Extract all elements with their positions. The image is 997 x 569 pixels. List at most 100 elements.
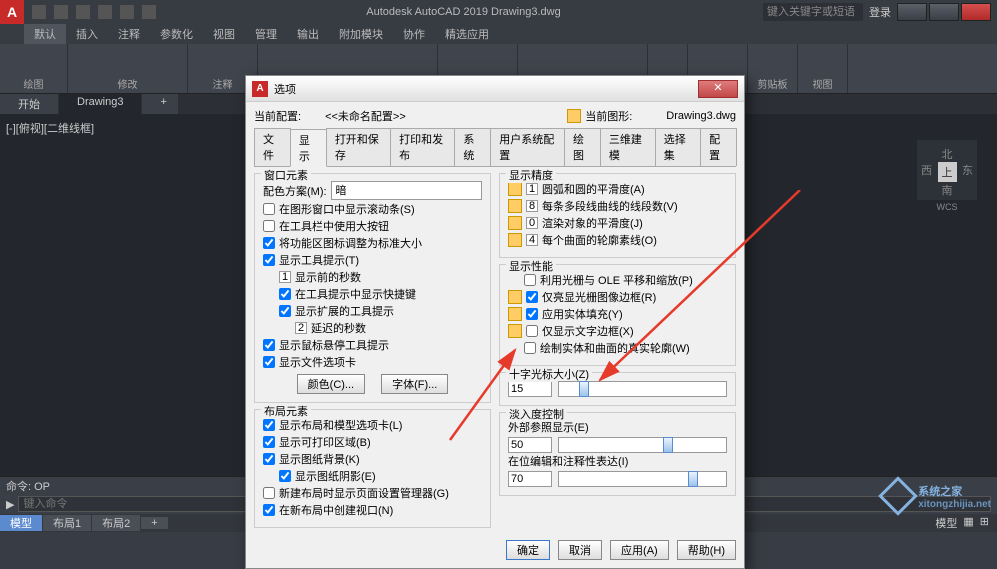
help-button[interactable]: 帮助(H)	[677, 540, 736, 560]
chk-shortcut[interactable]	[279, 288, 291, 300]
group-layout-elements: 布局元素 显示布局和模型选项卡(L) 显示可打印区域(B) 显示图纸背景(K) …	[254, 409, 491, 528]
ribbon-tabs: 默认 插入 注释 参数化 视图 管理 输出 附加模块 协作 精选应用	[0, 24, 997, 44]
tab-system[interactable]: 系统	[454, 128, 491, 166]
redo-icon[interactable]	[120, 5, 134, 19]
doc-tab-drawing3[interactable]: Drawing3	[59, 94, 141, 114]
doc-tab-start[interactable]: 开始	[0, 94, 58, 114]
ribbon-tab-featured[interactable]: 精选应用	[435, 24, 499, 44]
ribbon-tab-default[interactable]: 默认	[24, 24, 66, 44]
status-tab-layout2[interactable]: 布局2	[92, 515, 140, 531]
edit-fade-input[interactable]	[508, 471, 552, 487]
ribbon-tab-addins[interactable]: 附加模块	[329, 24, 393, 44]
tab-user-pref[interactable]: 用户系统配置	[490, 128, 565, 166]
ribbon-tab-view[interactable]: 视图	[203, 24, 245, 44]
lbl-secs: 显示前的秒数	[295, 269, 361, 285]
view-label[interactable]: [-][俯视][二维线框]	[6, 120, 94, 136]
color-scheme-label: 配色方案(M):	[263, 183, 327, 199]
render-smooth-input[interactable]	[526, 217, 538, 229]
fonts-button[interactable]: 字体(F)...	[381, 374, 448, 394]
xref-fade-input[interactable]	[508, 437, 552, 453]
edit-slider[interactable]	[558, 471, 727, 487]
chk-printable[interactable]	[263, 436, 275, 448]
view-cube[interactable]: 北 西上东 南 WCS	[917, 140, 977, 200]
chk-scrollbars[interactable]	[263, 203, 275, 215]
group-title: 布局元素	[261, 403, 311, 419]
slider-thumb[interactable]	[579, 381, 589, 397]
xref-slider[interactable]	[558, 437, 727, 453]
ribbon-tab-manage[interactable]: 管理	[245, 24, 287, 44]
ribbon-tab-parametric[interactable]: 参数化	[150, 24, 203, 44]
delay-seconds-input[interactable]	[295, 322, 307, 334]
chk-create-vp[interactable]	[263, 504, 275, 516]
status-tab-model[interactable]: 模型	[0, 515, 42, 531]
drawing-value: Drawing3.dwg	[666, 110, 736, 122]
status-tab-layout1[interactable]: 布局1	[43, 515, 91, 531]
lbl-raster-frame: 仅亮显光栅图像边框(R)	[542, 289, 656, 305]
ribbon-tab-insert[interactable]: 插入	[66, 24, 108, 44]
status-tab-add[interactable]: +	[141, 517, 167, 529]
chk-tooltips[interactable]	[263, 254, 275, 266]
options-dialog: A 选项 ✕ 当前配置: <<未命名配置>> 当前图形: Drawing3.dw…	[245, 75, 745, 569]
doc-tab-add[interactable]: +	[142, 94, 178, 114]
snap-icon[interactable]: ⊞	[980, 515, 989, 531]
crosshair-size-input[interactable]	[508, 381, 552, 397]
tab-open-save[interactable]: 打开和保存	[326, 128, 391, 166]
lbl-paper-bg: 显示图纸背景(K)	[279, 451, 360, 467]
chk-paper-shadow[interactable]	[279, 470, 291, 482]
ribbon-tab-annotate[interactable]: 注释	[108, 24, 150, 44]
chk-filetabs[interactable]	[263, 356, 275, 368]
arc-smooth-input[interactable]	[526, 183, 538, 195]
slider-thumb[interactable]	[663, 437, 673, 453]
status-model-label[interactable]: 模型	[935, 515, 957, 531]
login-link[interactable]: 登录	[869, 4, 891, 20]
ribbon-tab-output[interactable]: 输出	[287, 24, 329, 44]
search-input[interactable]: 键入关键字或短语	[763, 3, 863, 21]
tooltip-seconds-input[interactable]	[279, 271, 291, 283]
lbl-delay: 延迟的秒数	[311, 320, 366, 336]
chk-solid-fill[interactable]	[526, 308, 538, 320]
undo-icon[interactable]	[98, 5, 112, 19]
close-button[interactable]	[961, 3, 991, 21]
chk-large-buttons[interactable]	[263, 220, 275, 232]
chk-resize-icons[interactable]	[263, 237, 275, 249]
tab-3d[interactable]: 三维建模	[600, 128, 656, 166]
chk-hover[interactable]	[263, 339, 275, 351]
lbl-pline: 每条多段线曲线的线段数(V)	[542, 198, 678, 214]
colors-button[interactable]: 颜色(C)...	[297, 374, 365, 394]
cancel-button[interactable]: 取消	[558, 540, 602, 560]
tab-drafting[interactable]: 绘图	[564, 128, 601, 166]
chk-paper-bg[interactable]	[263, 453, 275, 465]
maximize-button[interactable]	[929, 3, 959, 21]
grid-icon[interactable]: ▦	[963, 515, 973, 531]
tab-selection[interactable]: 选择集	[655, 128, 701, 166]
chk-page-setup[interactable]	[263, 487, 275, 499]
ribbon-tab-collab[interactable]: 协作	[393, 24, 435, 44]
dwg-icon	[508, 182, 522, 196]
lbl-large-buttons: 在工具栏中使用大按钮	[279, 218, 389, 234]
chk-layout-tabs[interactable]	[263, 419, 275, 431]
slider-thumb[interactable]	[688, 471, 698, 487]
pline-segs-input[interactable]	[526, 200, 538, 212]
color-scheme-select[interactable]: 暗	[331, 181, 482, 200]
apply-button[interactable]: 应用(A)	[610, 540, 669, 560]
minimize-button[interactable]	[897, 3, 927, 21]
dialog-close-button[interactable]: ✕	[698, 80, 738, 98]
chk-raster-pan[interactable]	[524, 274, 536, 286]
chk-text-frame[interactable]	[526, 325, 538, 337]
tab-plot[interactable]: 打印和发布	[390, 128, 455, 166]
tab-files[interactable]: 文件	[254, 128, 291, 166]
chk-true-sil[interactable]	[524, 342, 536, 354]
chk-raster-frame[interactable]	[526, 291, 538, 303]
open-icon[interactable]	[54, 5, 68, 19]
save-icon[interactable]	[76, 5, 90, 19]
lbl-tooltips: 显示工具提示(T)	[279, 252, 359, 268]
new-icon[interactable]	[32, 5, 46, 19]
ok-button[interactable]: 确定	[506, 540, 550, 560]
tab-display[interactable]: 显示	[290, 129, 327, 167]
crosshair-slider[interactable]	[558, 381, 727, 397]
watermark: 系统之家 xitongzhijia.net	[884, 482, 991, 510]
tab-profiles[interactable]: 配置	[700, 128, 737, 166]
contour-lines-input[interactable]	[526, 234, 538, 246]
print-icon[interactable]	[142, 5, 156, 19]
chk-extended[interactable]	[279, 305, 291, 317]
